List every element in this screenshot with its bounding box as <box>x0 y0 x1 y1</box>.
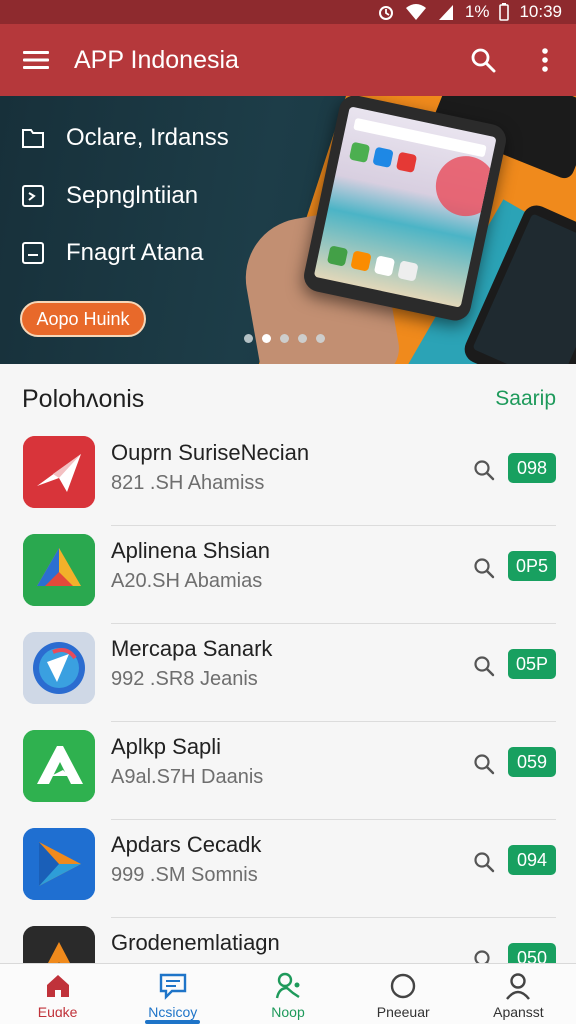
app-badge[interactable]: 05P <box>508 649 556 679</box>
list-item[interactable]: Aplkp Sapli A9al.S7H Daanis 059 <box>0 722 576 820</box>
banner-item-2: Sepnglntiian <box>20 182 198 210</box>
person-route-icon <box>273 971 303 1001</box>
nav-label: Apansst <box>493 1004 544 1020</box>
green-arrow-app-icon <box>23 730 95 802</box>
carousel-dot-active[interactable] <box>262 334 271 343</box>
blue-orange-app-icon <box>23 828 95 900</box>
nav-item-messages[interactable]: Ncsicoy <box>115 964 230 1024</box>
wifi-icon <box>405 3 427 21</box>
shield-icon <box>20 183 46 209</box>
carousel-dot[interactable] <box>298 334 307 343</box>
app-badge[interactable]: 098 <box>508 453 556 483</box>
red-plane-app-icon <box>23 436 95 508</box>
search-icon[interactable] <box>472 850 496 874</box>
app-name: Aplinena Shsian <box>111 538 271 563</box>
banner-item-label: Fnagrt Atana <box>66 239 204 266</box>
search-icon[interactable] <box>472 556 496 580</box>
app-name: Aplkp Sapli <box>111 734 222 759</box>
square-icon <box>20 240 46 266</box>
battery-icon <box>499 3 510 21</box>
status-bar: 1% 10:39 <box>0 0 576 24</box>
app-meta: A9al.S7H Daanis <box>111 766 264 788</box>
app-meta: 821 .SH Ahamiss <box>111 472 265 494</box>
account-icon <box>503 971 533 1001</box>
green-triangle-app-icon <box>23 534 95 606</box>
carousel-dot[interactable] <box>244 334 253 343</box>
banner-item-label: Oclare, Irdanss <box>66 124 229 151</box>
app-meta: 992 .SR8 Jeanis <box>111 668 258 690</box>
list-item[interactable]: Aplinena Shsian A20.SH Abamias 0P5 <box>0 526 576 624</box>
nav-item-circle[interactable]: Pneeuar <box>346 964 461 1024</box>
app-meta: 999 .SM Somnis <box>111 864 258 886</box>
search-icon[interactable] <box>472 654 496 678</box>
section-header: Polohʌonis Saarip <box>0 364 576 434</box>
list-item[interactable]: Mercapa Sanark 992 .SR8 Jeanis 05P <box>0 624 576 722</box>
blue-circle-app-icon <box>23 632 95 704</box>
app-title: APP Indonesia <box>74 45 239 74</box>
nav-item-home[interactable]: Euɑke <box>0 964 115 1024</box>
search-icon[interactable] <box>472 752 496 776</box>
alarm-icon <box>377 3 395 21</box>
section-title: Polohʌonis <box>22 384 145 413</box>
carousel-dot[interactable] <box>280 334 289 343</box>
banner-item-label: Sepnglntiian <box>66 182 199 209</box>
banner-cta-button[interactable]: Aopo Huink <box>20 301 146 337</box>
carousel-dot[interactable] <box>316 334 325 343</box>
search-icon <box>471 48 496 73</box>
carousel-dots <box>244 334 325 343</box>
menu-button[interactable] <box>0 24 72 96</box>
list-item[interactable]: Apdars Cecadk 999 .SM Somnis 094 <box>0 820 576 918</box>
nav-label: Noop <box>271 1004 305 1020</box>
menu-icon <box>23 51 49 69</box>
battery-level: 1% <box>464 2 490 21</box>
circle-icon <box>388 971 418 1001</box>
nav-label: Euɑke <box>37 1004 78 1020</box>
promo-banner[interactable]: Oclare, Irdanss Sepnglntiian Fnagrt Atan… <box>0 96 576 364</box>
message-icon <box>158 971 188 1001</box>
nav-item-route[interactable]: Noop <box>230 964 345 1024</box>
app-badge[interactable]: 094 <box>508 845 556 875</box>
clock: 10:39 <box>519 2 562 21</box>
banner-item-3: Fnagrt Atana <box>20 239 203 267</box>
search-icon[interactable] <box>472 458 496 482</box>
app-bar: APP Indonesia <box>0 24 576 96</box>
nav-label: Ncsicoy <box>148 1004 198 1020</box>
list-item[interactable]: Ouprn SuriseNecian 821 .SH Ahamiss 098 <box>0 428 576 526</box>
app-name: Grodenemlatiagn <box>111 930 280 955</box>
bottom-nav: Euɑke Ncsicoy Noop Pneeuar Apansst <box>0 963 576 1024</box>
nav-item-account[interactable]: Apansst <box>461 964 576 1024</box>
more-vert-icon <box>542 48 548 72</box>
home-icon <box>43 971 73 1001</box>
folder-icon <box>20 125 46 151</box>
app-name: Ouprn SuriseNecian <box>111 440 310 465</box>
app-name: Mercapa Sanark <box>111 636 273 661</box>
app-meta: A20.SH Abamias <box>111 570 263 592</box>
app-badge[interactable]: 0P5 <box>508 551 556 581</box>
nav-label: Pneeuar <box>376 1004 430 1020</box>
app-badge[interactable]: 059 <box>508 747 556 777</box>
app-name: Apdars Cecadk <box>111 832 262 857</box>
app-list: Ouprn SuriseNecian 821 .SH Ahamiss 098 A… <box>0 428 576 1016</box>
banner-item-1: Oclare, Irdanss <box>20 124 229 152</box>
signal-icon <box>437 3 455 21</box>
more-options-button[interactable] <box>514 24 576 96</box>
search-button[interactable] <box>452 24 514 96</box>
section-action-link[interactable]: Saarip <box>495 387 556 411</box>
